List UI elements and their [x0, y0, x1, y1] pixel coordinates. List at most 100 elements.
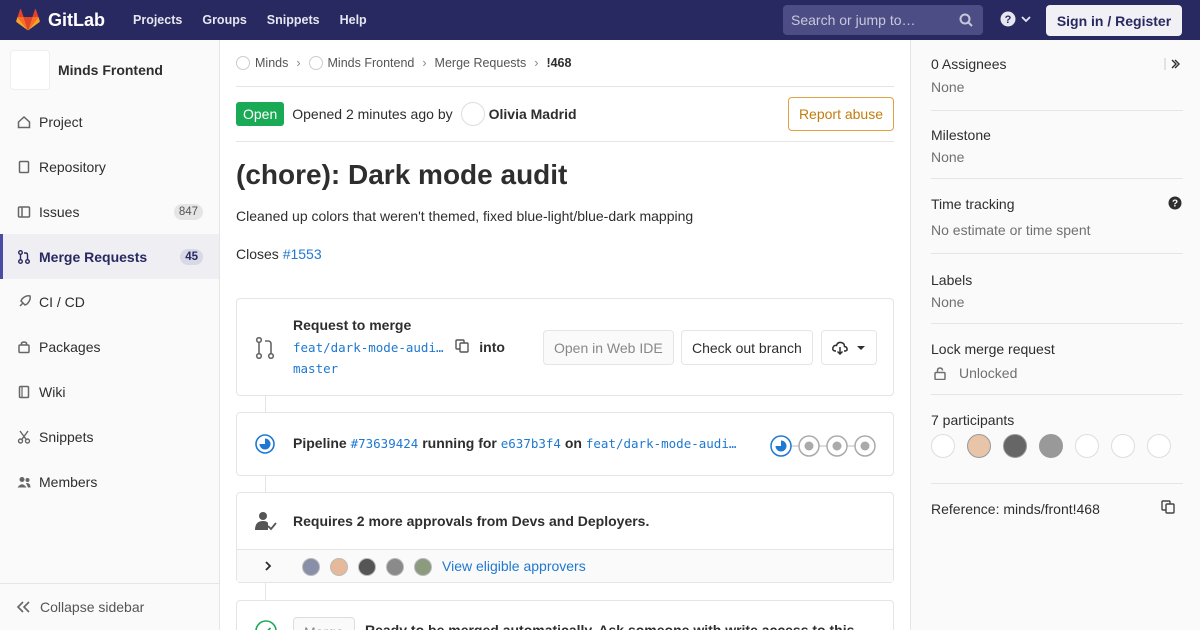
approvals-required-text: Requires 2 more approvals from Devs and …: [293, 513, 650, 529]
pipeline-widget: Pipeline #73639424 running for e637b3f4 …: [236, 412, 894, 476]
merge-button[interactable]: Merge: [293, 617, 355, 630]
lock-block: Lock merge request Unlocked: [931, 341, 1183, 381]
sidebar-item-label: Wiki: [39, 383, 66, 400]
nav-groups[interactable]: Groups: [202, 13, 246, 27]
sidebar-item-issues[interactable]: Issues 847: [0, 189, 219, 234]
breadcrumb-item-current[interactable]: !468: [546, 56, 571, 70]
pipeline-label: Pipeline: [293, 435, 347, 451]
pipeline-branch-link[interactable]: feat/dark-mode-audi…: [586, 436, 737, 451]
closes-issue-link[interactable]: #1553: [283, 246, 322, 262]
pipeline-stage-icons[interactable]: [770, 434, 880, 458]
scissors-icon: [17, 430, 31, 444]
divider: [931, 394, 1183, 395]
sidebar-item-ci-cd[interactable]: CI / CD: [0, 279, 219, 324]
view-eligible-approvers-link[interactable]: View eligible approvers: [442, 558, 586, 574]
merge-request-widget: Request to merge feat/dark-mode-audi… in…: [236, 298, 894, 396]
source-branch[interactable]: feat/dark-mode-audi…: [293, 340, 444, 355]
project-avatar: [10, 50, 50, 90]
participants-block: 7 participants: [931, 412, 1183, 428]
participant-avatar[interactable]: [931, 434, 955, 458]
status-badge: Open: [236, 102, 285, 126]
svg-text:?: ?: [1172, 199, 1178, 210]
opened-time: 2 minutes ago: [345, 106, 434, 122]
chevron-down-icon: [1021, 16, 1031, 23]
approver-avatar[interactable]: [358, 558, 376, 576]
pipeline-id-link[interactable]: #73639424: [351, 436, 419, 451]
approver-avatar[interactable]: [386, 558, 404, 576]
timeline-connector: [265, 476, 266, 492]
chevron-right-icon[interactable]: [263, 560, 273, 572]
milestone-block: Milestone None: [931, 127, 1183, 165]
collapse-sidebar-button[interactable]: Collapse sidebar: [0, 583, 219, 630]
assignees-heading: 0 Assignees: [931, 56, 1007, 72]
lock-open-icon: [934, 366, 946, 380]
sidebar-item-project[interactable]: Project: [0, 99, 219, 144]
doc-icon: [18, 160, 30, 173]
main-content: Minds › Minds Frontend › Merge Requests …: [236, 40, 894, 630]
breadcrumb-item-merge-requests[interactable]: Merge Requests: [435, 56, 527, 70]
divider: [931, 323, 1183, 324]
sidebar-item-label: Members: [39, 473, 98, 490]
nav-help[interactable]: Help: [340, 13, 367, 27]
issues-count-badge: 847: [173, 203, 203, 220]
merge-request-icon: [18, 249, 30, 264]
check-out-branch-button[interactable]: Check out branch: [681, 330, 813, 365]
nav-snippets[interactable]: Snippets: [267, 13, 320, 27]
approver-avatar[interactable]: [302, 558, 320, 576]
right-sidebar: 0 Assignees None Milestone None Time tra…: [910, 40, 1200, 630]
closes-line: Closes #1553: [236, 246, 894, 262]
check-circle-icon: [255, 620, 277, 630]
copy-icon[interactable]: [1161, 500, 1175, 514]
home-icon: [17, 115, 31, 128]
breadcrumb-item-project[interactable]: Minds Frontend: [308, 56, 414, 70]
participant-avatar[interactable]: [1003, 434, 1027, 458]
participant-avatar[interactable]: [967, 434, 991, 458]
open-web-ide-button[interactable]: Open in Web IDE: [543, 330, 674, 365]
copy-icon[interactable]: [455, 339, 470, 353]
lock-value: Unlocked: [959, 365, 1018, 381]
top-navbar: GitLab Projects Groups Snippets Help ? S…: [0, 0, 1200, 40]
project-header[interactable]: Minds Frontend: [0, 40, 219, 100]
participant-avatar[interactable]: [1039, 434, 1063, 458]
users-icon: [17, 476, 31, 487]
sign-in-button[interactable]: Sign in / Register: [1046, 5, 1182, 36]
cloud-download-icon: [832, 341, 848, 355]
participant-avatar[interactable]: [1111, 434, 1135, 458]
download-dropdown-button[interactable]: [821, 330, 877, 365]
sidebar-item-repository[interactable]: Repository: [0, 144, 219, 189]
collapse-sidebar-label: Collapse sidebar: [40, 599, 145, 615]
collapse-right-sidebar-icon[interactable]: [1164, 58, 1180, 70]
breadcrumb-item-group[interactable]: Minds: [236, 56, 288, 70]
approvals-widget: Requires 2 more approvals from Devs and …: [236, 492, 894, 583]
sidebar-item-snippets[interactable]: Snippets: [0, 414, 219, 459]
nav-projects[interactable]: Projects: [133, 13, 182, 27]
pipeline-running-icon[interactable]: [255, 434, 275, 454]
into-label: into: [479, 339, 505, 355]
sidebar-item-members[interactable]: Members: [0, 459, 219, 504]
merge-widget: Merge Ready to be merged automatically. …: [236, 600, 894, 630]
author-name[interactable]: Olivia Madrid: [489, 106, 577, 122]
participant-avatar[interactable]: [1075, 434, 1099, 458]
labels-value: None: [931, 294, 965, 310]
sidebar-item-label: Repository: [39, 158, 106, 175]
target-branch[interactable]: master: [293, 361, 338, 376]
author-avatar[interactable]: [460, 102, 485, 126]
search-input[interactable]: [791, 12, 951, 28]
sidebar-item-wiki[interactable]: Wiki: [0, 369, 219, 414]
sidebar-item-label: Packages: [39, 338, 101, 355]
question-circle-icon[interactable]: ?: [1168, 196, 1182, 210]
pipeline-stages: [770, 434, 880, 461]
participant-avatar[interactable]: [1147, 434, 1171, 458]
reference-text: Reference: minds/front!468: [931, 501, 1100, 517]
sidebar-item-label: Merge Requests: [39, 248, 148, 265]
commit-sha-link[interactable]: e637b3f4: [501, 436, 561, 451]
report-abuse-button[interactable]: Report abuse: [787, 97, 894, 131]
sidebar-item-packages[interactable]: Packages: [0, 324, 219, 369]
page-title: (chore): Dark mode audit: [236, 159, 568, 190]
help-dropdown[interactable]: ?: [1000, 11, 1032, 27]
sidebar-item-merge-requests[interactable]: Merge Requests 45: [0, 234, 219, 279]
gitlab-logo[interactable]: GitLab: [16, 9, 105, 31]
approver-avatar[interactable]: [330, 558, 348, 576]
approver-avatar[interactable]: [414, 558, 432, 576]
search-box[interactable]: [783, 5, 983, 35]
